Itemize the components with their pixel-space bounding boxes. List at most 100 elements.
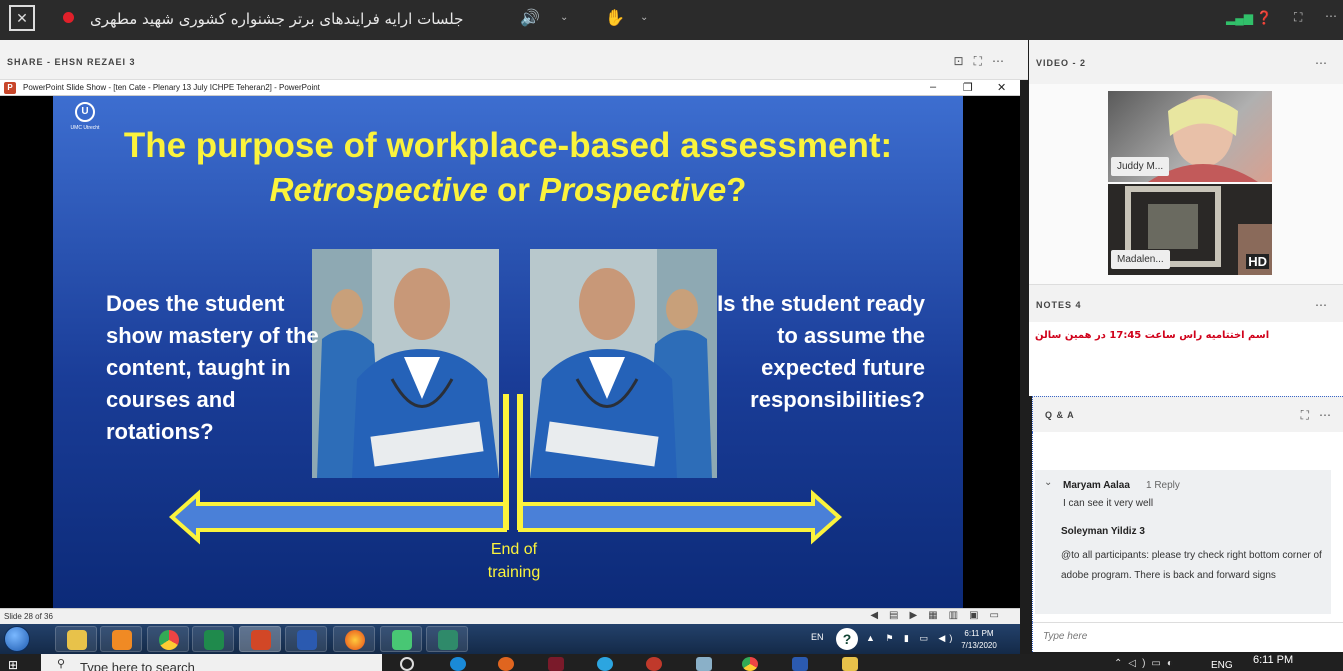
doctor-photo-left — [312, 249, 499, 478]
search-icon: ⚲ — [57, 658, 66, 670]
powerpoint-taskbar-icon[interactable] — [239, 626, 281, 652]
speaker-chevron-down-icon[interactable]: ⌄ — [560, 12, 568, 23]
slide-viewport: U UMC Utrecht The purpose of workplace-b… — [0, 96, 1020, 608]
video-pod-title: VIDEO - 2 — [1036, 58, 1087, 68]
notes-more-icon[interactable]: ⋯ — [1315, 298, 1337, 312]
meeting-topbar: ✕ جلسات ارایه فرایندهای برتر جشنواره کشو… — [0, 0, 1343, 40]
word-taskbar-icon[interactable] — [285, 626, 327, 652]
slide-counter: Slide 28 of 36 — [4, 612, 53, 621]
video-tile[interactable]: Madalen... HD — [1108, 184, 1272, 275]
search-placeholder: Type here to search — [80, 660, 195, 671]
fit-screen-icon[interactable]: ⛶ — [974, 54, 992, 68]
reply-count[interactable]: 1 Reply — [1146, 480, 1180, 491]
qa-controls: ⛶⋯ — [1301, 408, 1341, 423]
fullscreen-icon[interactable]: ⛶ — [1294, 10, 1302, 25]
sorter-view-icon[interactable]: ▥ — [949, 610, 969, 621]
app-icon[interactable] — [548, 657, 564, 671]
taskbar-clock[interactable]: 6:11 PM — [1253, 654, 1293, 666]
adobe-connect-window: ✕ جلسات ارایه فرایندهای برتر جشنواره کشو… — [0, 0, 1343, 671]
firefox-taskbar-icon[interactable] — [333, 626, 375, 652]
qa-fullscreen-icon[interactable]: ⛶ — [1301, 408, 1319, 422]
doctor-photo-right — [530, 249, 717, 478]
taskbar-search-box[interactable]: ⚲ Type here to search — [41, 654, 382, 671]
chrome-icon[interactable] — [742, 657, 758, 671]
notes-icon[interactable]: ▤ — [889, 610, 909, 621]
share-pod-controls: ⊡⛶⋯ — [954, 54, 1014, 69]
left-arrow — [168, 489, 507, 545]
qa-pod-header: Q & A ⛶⋯ — [1032, 396, 1343, 432]
speaker-icon[interactable]: 🔊 — [520, 8, 540, 28]
prev-slide-icon[interactable]: ◀ — [870, 610, 889, 621]
collapse-chevron-icon[interactable]: ⌄ — [1044, 477, 1052, 488]
cortana-icon[interactable] — [400, 657, 414, 671]
question-asker: Maryam Aalaa — [1063, 480, 1130, 491]
meeting-title: جلسات ارایه فرایندهای برتر جشنواره کشوری… — [90, 10, 464, 28]
recording-indicator-icon[interactable] — [63, 12, 74, 23]
connection-signal-icon[interactable]: ▂▄▆ — [1226, 11, 1253, 25]
video-more-icon[interactable]: ⋯ — [1315, 56, 1337, 70]
app-taskbar-icon[interactable] — [380, 626, 422, 652]
question-text: I can see it very well — [1063, 498, 1154, 509]
minimize-icon[interactable]: – — [930, 81, 936, 93]
divider-bar-left — [503, 394, 509, 530]
qa-input[interactable] — [1043, 631, 1313, 642]
slide-title-line1: The purpose of workplace-based assessmen… — [123, 126, 893, 165]
slide-title: The purpose of workplace-based assessmen… — [53, 124, 963, 212]
qa-thread[interactable]: ⌄ Maryam Aalaa 1 Reply I can see it very… — [1035, 470, 1331, 614]
slideshow-view-icon[interactable]: ▭ — [990, 610, 1010, 621]
tray-system-icons[interactable]: ▲ ⚑ ▮ ▭ ◀) — [866, 633, 956, 644]
end-of-training-label: End of training — [487, 541, 541, 581]
explorer-taskbar-icon[interactable] — [55, 626, 97, 652]
raise-hand-icon[interactable]: ✋ — [605, 8, 625, 28]
app3-icon[interactable] — [696, 657, 712, 671]
powerpoint-icon: P — [4, 82, 16, 94]
powerpoint-titlebar: P PowerPoint Slide Show - [ten Cate - Pl… — [0, 80, 1020, 96]
restore-icon[interactable]: ❐ — [963, 81, 973, 94]
hd-badge: HD — [1246, 254, 1269, 269]
video-tile[interactable]: Juddy M... — [1108, 91, 1272, 182]
edge-icon[interactable] — [450, 657, 466, 671]
app2-icon[interactable] — [646, 657, 662, 671]
qa-more-icon[interactable]: ⋯ — [1319, 408, 1341, 422]
telegram-icon[interactable] — [597, 657, 613, 671]
slide-left-text: Does the student show mastery of the con… — [106, 291, 319, 444]
qa-input-area — [1032, 622, 1343, 652]
participant-name: Juddy M... — [1111, 157, 1170, 176]
file-explorer-icon[interactable] — [842, 657, 858, 671]
status-chevron-down-icon[interactable]: ⌄ — [640, 12, 648, 23]
slide-title-line2: Retrospective or Prospective? — [269, 171, 747, 208]
participant-name: Madalen... — [1111, 250, 1170, 269]
help-icon[interactable]: ❓ — [1256, 10, 1272, 26]
adobe-connect-taskbar-icon[interactable] — [426, 626, 468, 652]
close-icon[interactable]: ✕ — [997, 81, 1006, 94]
notes-pod: اسم اختتامیه راس ساعت 17:45 در همین سالن — [1029, 322, 1343, 396]
umc-logo-icon: U — [75, 102, 95, 122]
video-pod-header: VIDEO - 2 ⋯ — [1029, 40, 1343, 84]
adobe-connect-logo-icon[interactable]: ✕ — [9, 5, 35, 31]
windows7-start-icon[interactable] — [4, 626, 30, 652]
slideshow-statusbar: Slide 28 of 36 ◀▤▶▦▥▣▭ — [0, 608, 1020, 624]
reading-view-icon[interactable]: ▣ — [969, 610, 989, 621]
notes-text: اسم اختتامیه راس ساعت 17:45 در همین سالن — [1035, 330, 1270, 341]
video-pod: Juddy M... Madalen... HD — [1029, 84, 1343, 284]
tray-language[interactable]: EN — [811, 632, 824, 642]
fit-100-icon[interactable]: ⊡ — [954, 54, 974, 68]
language-indicator[interactable]: ENG — [1211, 660, 1233, 671]
media-player-taskbar-icon[interactable] — [100, 626, 142, 652]
tray-help-icon[interactable]: ? — [836, 628, 858, 650]
more-icon[interactable]: ⋯ — [1325, 9, 1337, 23]
firefox-icon[interactable] — [498, 657, 514, 671]
chrome-taskbar-icon[interactable] — [147, 626, 189, 652]
tray-clock[interactable]: 6:11 PM 7/13/2020 — [952, 628, 1006, 652]
share-pod-header: SHARE - EHSN REZAEI 3 ⊡⛶⋯ — [0, 40, 1028, 80]
windows-start-icon[interactable]: ⊞ — [8, 658, 18, 671]
windows-taskbar: ⊞ ⚲ Type here to search ⌃◁)▭◐ ENG 6:11 P… — [0, 654, 1343, 671]
normal-view-icon[interactable]: ▦ — [928, 610, 948, 621]
word-icon[interactable] — [792, 657, 808, 671]
system-tray-icons[interactable]: ⌃◁)▭◐ — [1114, 658, 1179, 669]
slideshow-controls: ◀▤▶▦▥▣▭ — [870, 610, 1010, 621]
excel-taskbar-icon[interactable] — [192, 626, 234, 652]
share-more-icon[interactable]: ⋯ — [992, 54, 1014, 68]
answer-text: @to all participants: please try check r… — [1061, 550, 1322, 581]
next-slide-icon[interactable]: ▶ — [909, 610, 928, 621]
